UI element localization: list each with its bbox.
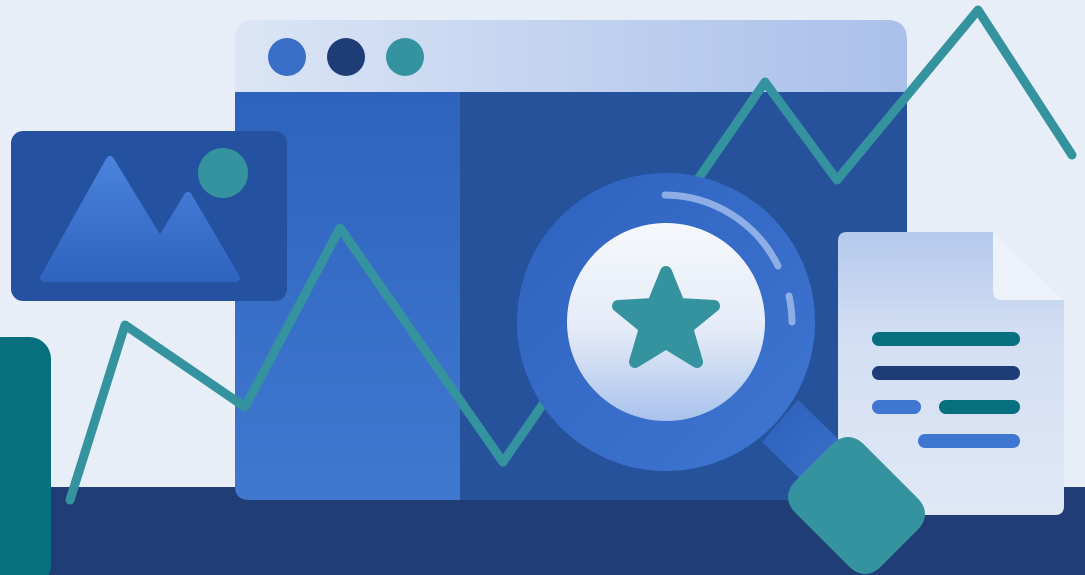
magnifier-highlight-dot (785, 292, 796, 326)
sun-circle (198, 148, 248, 198)
window-dot-navy (327, 38, 365, 76)
window-dot-blue (268, 38, 306, 76)
teal-bar (0, 337, 51, 575)
image-placeholder-icon (11, 131, 287, 301)
window-dot-teal (386, 38, 424, 76)
seo-analytics-illustration (0, 0, 1085, 575)
illustration-stage (0, 0, 1085, 575)
